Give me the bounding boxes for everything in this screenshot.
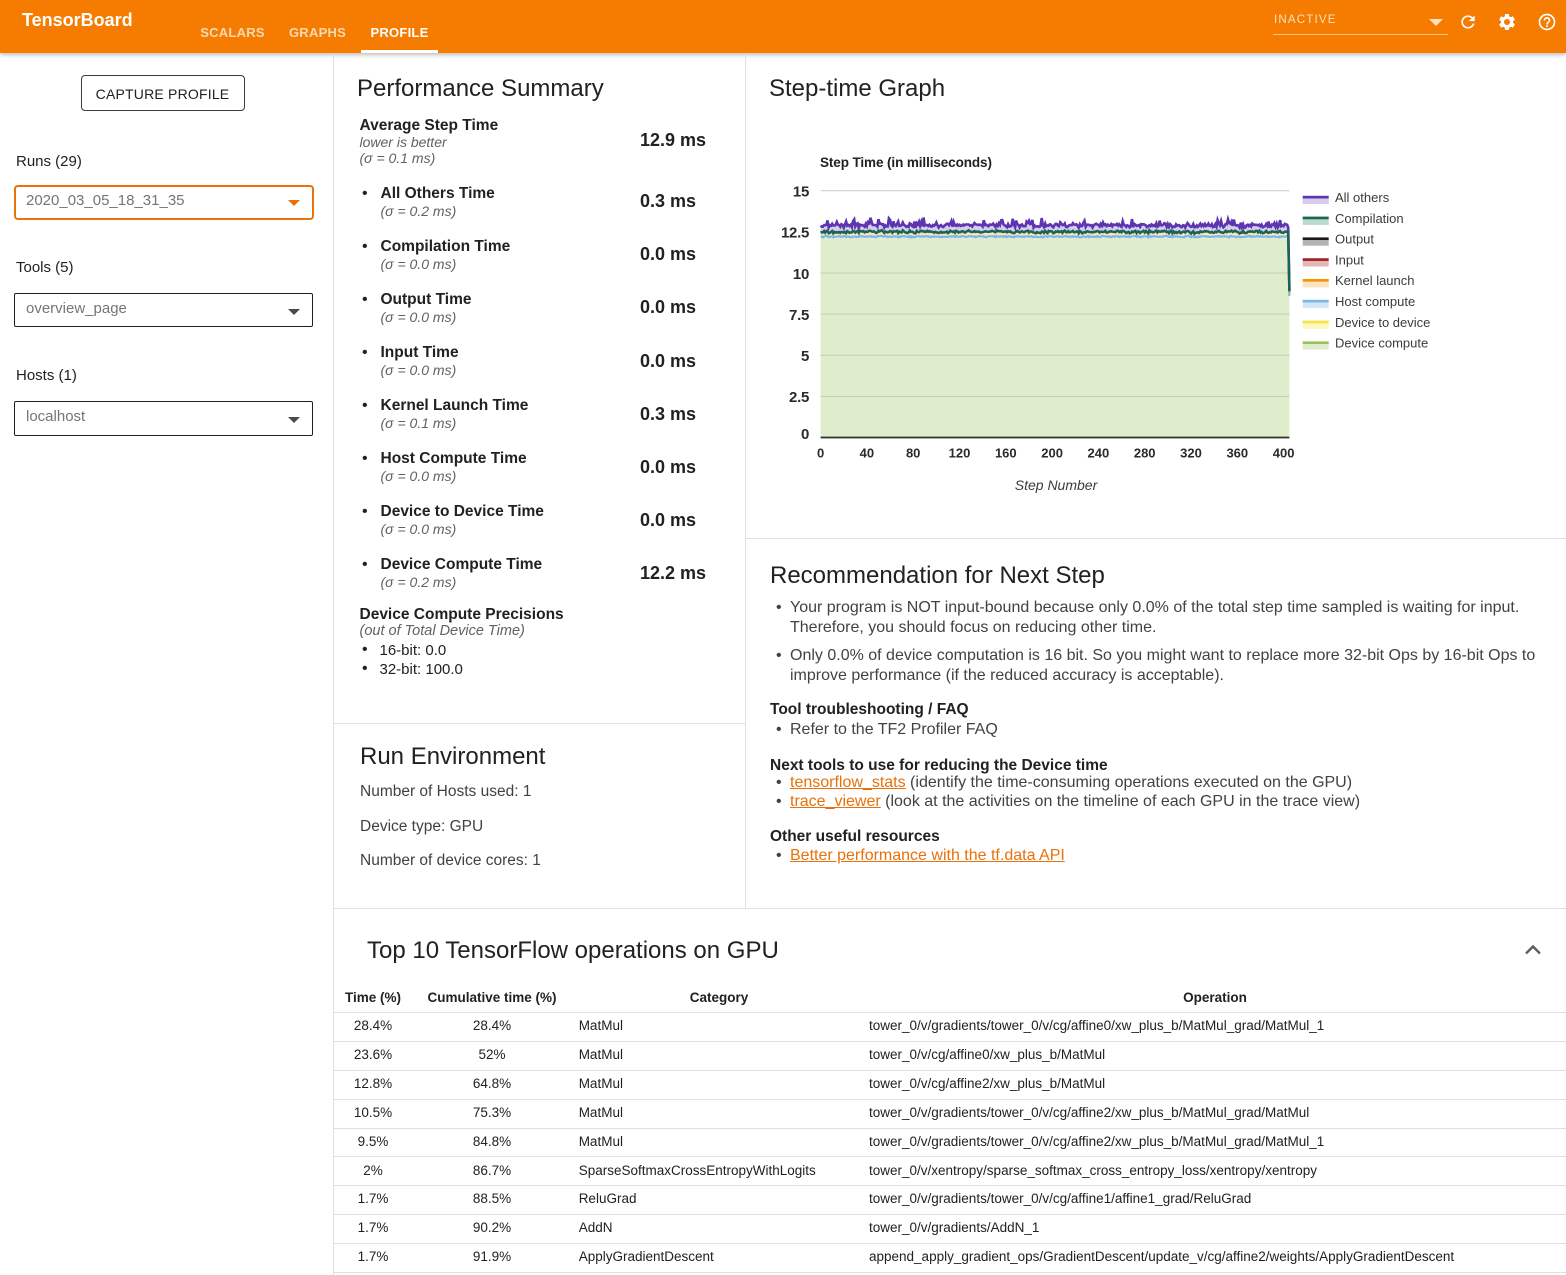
- svg-text:200: 200: [1041, 446, 1063, 461]
- svg-text:360: 360: [1226, 446, 1248, 461]
- svg-text:Device compute: Device compute: [1335, 336, 1428, 351]
- svg-text:400: 400: [1273, 446, 1295, 461]
- svg-text:320: 320: [1180, 446, 1202, 461]
- svg-text:5: 5: [801, 348, 809, 365]
- svg-text:Step Number: Step Number: [1015, 477, 1099, 493]
- svg-text:Compilation: Compilation: [1335, 211, 1404, 226]
- svg-text:0: 0: [801, 426, 809, 443]
- svg-text:240: 240: [1088, 446, 1110, 461]
- svg-text:Device to device: Device to device: [1335, 315, 1430, 330]
- svg-text:All others: All others: [1335, 190, 1390, 205]
- svg-text:Kernel launch: Kernel launch: [1335, 273, 1415, 288]
- svg-text:Step Time (in milliseconds): Step Time (in milliseconds): [820, 155, 992, 170]
- svg-text:40: 40: [860, 446, 874, 461]
- svg-text:280: 280: [1134, 446, 1156, 461]
- svg-text:Host compute: Host compute: [1335, 294, 1415, 309]
- svg-text:80: 80: [906, 446, 920, 461]
- svg-text:120: 120: [949, 446, 971, 461]
- svg-text:160: 160: [995, 446, 1017, 461]
- svg-text:Input: Input: [1335, 252, 1364, 267]
- svg-text:Output: Output: [1335, 232, 1374, 247]
- svg-text:7.5: 7.5: [789, 307, 809, 324]
- svg-text:10: 10: [793, 266, 809, 283]
- svg-text:2.5: 2.5: [789, 389, 809, 406]
- svg-text:15: 15: [793, 184, 809, 201]
- svg-text:12.5: 12.5: [781, 225, 809, 242]
- svg-text:0: 0: [817, 446, 824, 461]
